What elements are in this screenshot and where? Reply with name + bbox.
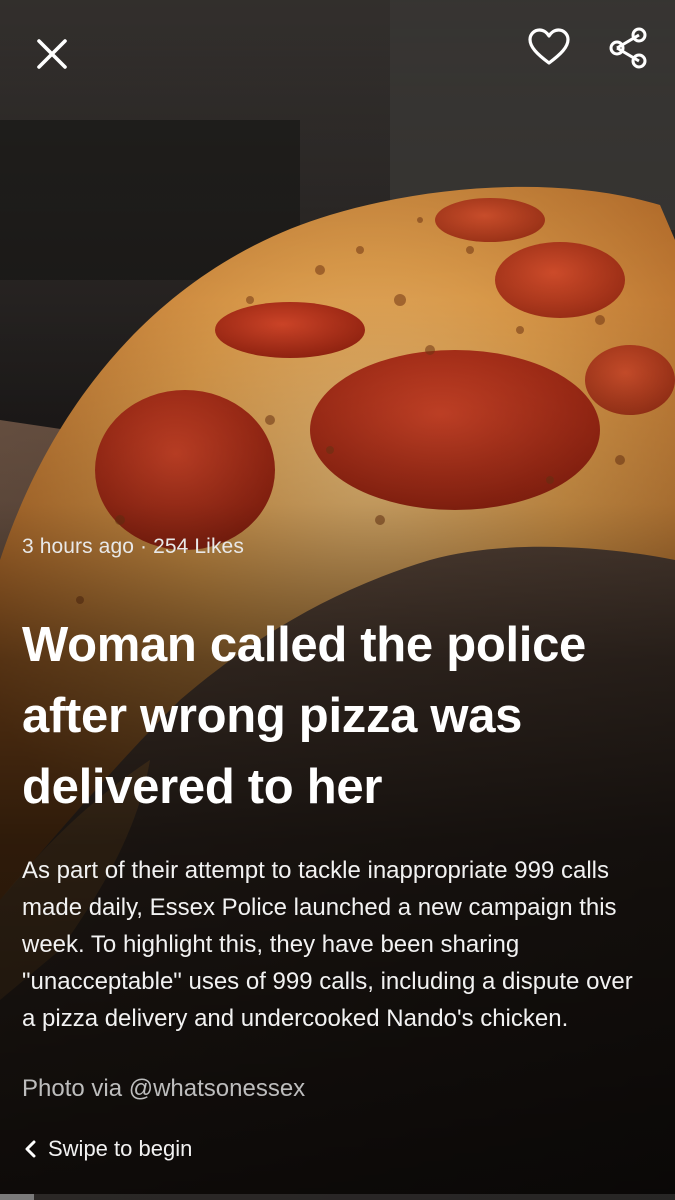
close-icon <box>37 39 67 69</box>
chevron-left-icon <box>22 1139 38 1159</box>
time-ago: 3 hours ago <box>22 535 135 558</box>
swipe-label: Swipe to begin <box>48 1136 193 1161</box>
share-icon <box>609 27 647 69</box>
share-button[interactable] <box>602 22 654 74</box>
story-meta: 3 hours ago · 254 Likes <box>22 535 244 559</box>
swipe-to-begin-button[interactable]: Swipe to begin <box>22 1136 192 1162</box>
photo-credit: Photo via @whatsonessex <box>22 1075 306 1102</box>
close-button[interactable] <box>28 30 76 78</box>
story-progress-fill <box>0 1194 34 1200</box>
like-button[interactable] <box>524 22 574 72</box>
meta-separator: · <box>140 535 148 558</box>
like-count: 254 Likes <box>153 535 244 558</box>
heart-icon <box>528 28 570 65</box>
story-headline: Woman called the police after wrong pizz… <box>22 618 586 814</box>
story-progress-bar <box>0 1194 675 1200</box>
story-body: As part of their attempt to tackle inapp… <box>22 857 633 1032</box>
